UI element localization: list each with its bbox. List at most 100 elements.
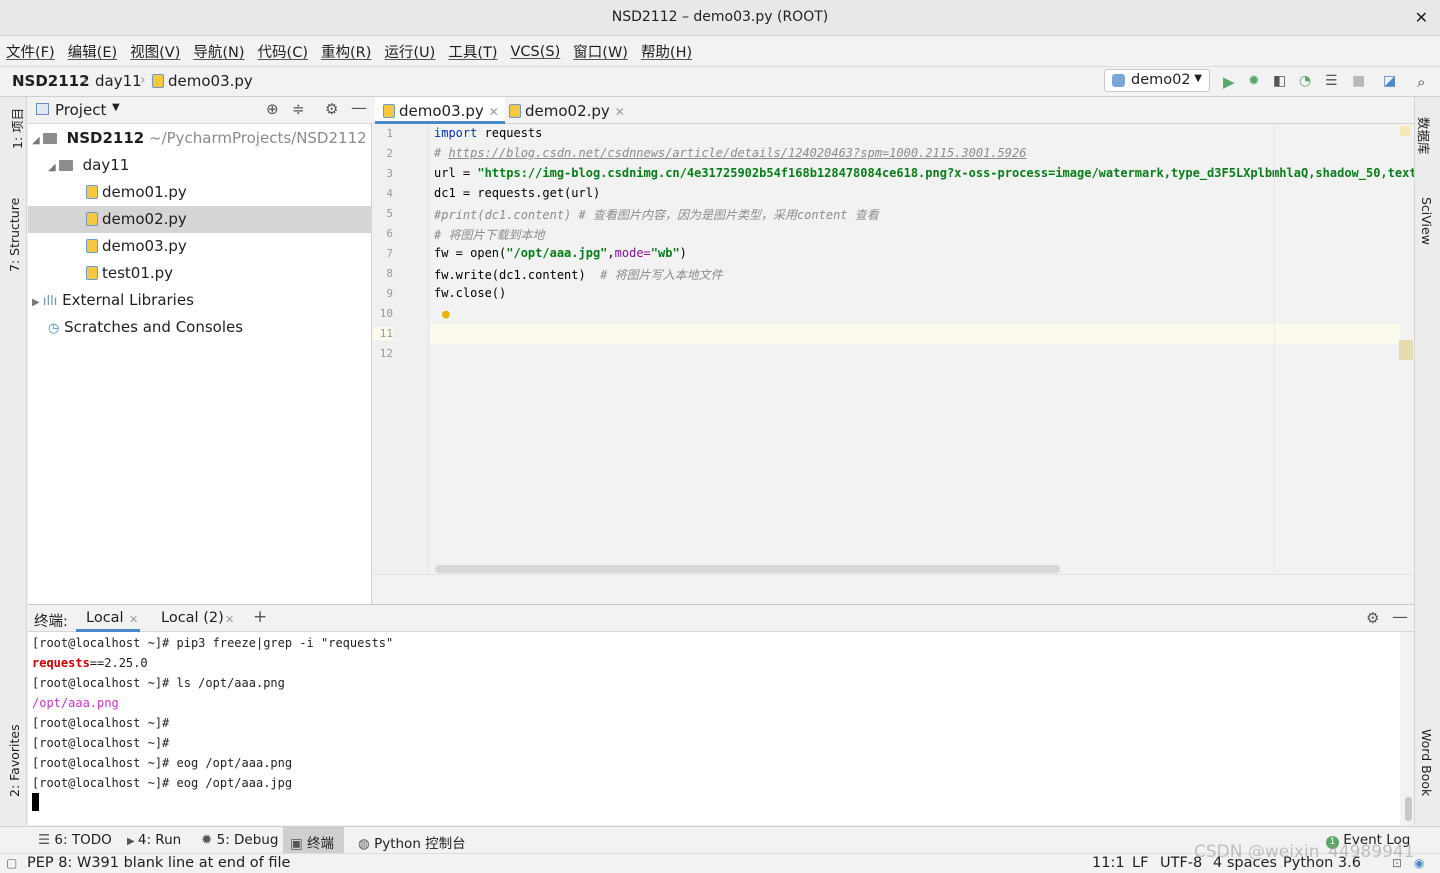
menu-edit[interactable]: 编辑(E) <box>68 41 117 62</box>
terminal-command: pip3 freeze|grep -i "requests" <box>176 636 394 650</box>
chevron-down-icon[interactable]: ▼ <box>112 102 120 113</box>
line-number: 1 <box>386 127 393 140</box>
terminal-cursor <box>32 793 39 811</box>
tree-file-demo02[interactable]: demo02.py <box>86 210 187 228</box>
bug-icon: ✹ <box>201 832 217 848</box>
stop-icon[interactable]: ■ <box>1352 73 1365 89</box>
run-configuration-label: demo02 <box>1131 72 1191 88</box>
coverage-icon[interactable]: ◧ <box>1273 73 1286 89</box>
menu-view[interactable]: 视图(V) <box>130 41 180 62</box>
horizontal-scrollbar[interactable] <box>435 565 1060 573</box>
run-configuration-select[interactable]: demo02 ▼ <box>1104 69 1210 92</box>
tree-file-demo03[interactable]: demo03.py <box>86 237 187 255</box>
lightbulb-icon[interactable]: ● <box>442 307 450 322</box>
tree-file-label: demo02.py <box>102 210 187 228</box>
menu-code[interactable]: 代码(C) <box>258 41 308 62</box>
terminal-tab-local-2[interactable]: Local (2) <box>161 610 224 626</box>
tab-structure[interactable]: 7: Structure <box>7 198 22 272</box>
code-line-2: # https://blog.csdn.net/csdnnews/article… <box>434 146 1026 160</box>
tool-python-console[interactable]: ◍ Python 控制台 <box>358 832 466 852</box>
tree-folder-day11[interactable]: ◢ day11 <box>48 156 129 174</box>
run-icon: ▶ <box>127 836 138 847</box>
line-number: 6 <box>386 227 393 240</box>
collapse-all-icon[interactable]: ≑ <box>292 100 305 118</box>
inspection-indicator-icon[interactable] <box>1400 126 1410 136</box>
terminal-icon: ▣ <box>290 836 308 852</box>
line-number: 5 <box>386 207 393 220</box>
add-terminal-icon[interactable]: + <box>253 607 267 627</box>
terminal-text: ==2.25.0 <box>89 656 148 670</box>
status-position[interactable]: 11:1 <box>1092 855 1125 871</box>
comment-link[interactable]: https://blog.csdn.net/csdnnews/article/d… <box>448 146 1026 160</box>
menu-tools[interactable]: 工具(T) <box>448 41 497 62</box>
tab-favorites[interactable]: 2: Favorites <box>7 724 22 797</box>
breadcrumb-file[interactable]: demo03.py <box>168 72 253 90</box>
tree-file-test01[interactable]: test01.py <box>86 264 173 282</box>
menu-bar: 文件(F) 编辑(E) 视图(V) 导航(N) 代码(C) 重构(R) 运行(U… <box>0 37 1440 67</box>
minimize-icon[interactable]: — <box>1392 607 1408 626</box>
python-file-icon <box>383 104 395 118</box>
debug-icon[interactable]: ✹ <box>1248 73 1260 89</box>
tree-root[interactable]: ◢ NSD2112 ~/PycharmProjects/NSD2112 <box>32 129 367 147</box>
minimize-icon[interactable]: — <box>351 98 367 117</box>
menu-file[interactable]: 文件(F) <box>6 41 55 62</box>
terminal-output[interactable]: [root@localhost ~]# pip3 freeze|grep -i … <box>28 632 1400 825</box>
python-file-icon <box>86 212 98 226</box>
menu-help[interactable]: 帮助(H) <box>641 41 692 62</box>
scratches-icon: ◷ <box>48 321 60 336</box>
search-icon[interactable]: ⌕ <box>1417 73 1425 91</box>
menu-window[interactable]: 窗口(W) <box>573 41 628 62</box>
menu-navigate[interactable]: 导航(N) <box>193 41 244 62</box>
project-panel-title[interactable]: Project <box>55 101 106 119</box>
close-icon[interactable]: ✕ <box>1415 8 1428 27</box>
tab-demo03[interactable]: demo03.py ✕ <box>375 97 505 124</box>
chevron-right-icon: › <box>82 72 88 88</box>
breadcrumb-folder[interactable]: day11 <box>95 72 142 90</box>
terminal-highlight: requests <box>32 656 90 670</box>
tab-word-book[interactable]: Word Book <box>1419 729 1434 796</box>
tool-run-label: 4: Run <box>137 832 182 848</box>
watermark: CSDN @weixin_44989941 <box>1194 842 1415 862</box>
translate-icon[interactable]: ◪ <box>1383 73 1396 89</box>
locate-icon[interactable]: ⊕ <box>266 100 279 118</box>
profile-icon[interactable]: ◔ <box>1299 73 1311 89</box>
tab-demo02[interactable]: demo02.py ✕ <box>501 97 631 124</box>
concurrency-icon[interactable]: ☰ <box>1325 73 1338 89</box>
status-toggle-icon[interactable]: ▢ <box>6 856 17 870</box>
scrollbar-thumb[interactable] <box>1405 797 1412 821</box>
tab-database[interactable]: 数据库 <box>1415 117 1434 155</box>
scroll-marker[interactable] <box>1399 340 1413 360</box>
status-line-separator[interactable]: LF <box>1132 855 1148 871</box>
tool-terminal[interactable]: ▣ 终端 <box>290 832 334 852</box>
close-tab-icon[interactable]: ✕ <box>489 105 499 119</box>
code-line-9: fw.close() <box>434 286 507 300</box>
menu-run[interactable]: 运行(U) <box>384 41 435 62</box>
close-tab-icon[interactable]: ✕ <box>615 105 625 119</box>
expand-arrow-icon: ◢ <box>48 162 59 173</box>
project-panel-header: Project ▼ ⊕ ≑ ⚙ — <box>28 97 372 124</box>
gear-icon[interactable]: ⚙ <box>1366 609 1379 627</box>
tool-debug[interactable]: ✹ 5: Debug <box>201 832 278 848</box>
tree-scratches[interactable]: ◷ Scratches and Consoles <box>48 318 243 336</box>
tree-external-libraries[interactable]: ▶ ıllı External Libraries <box>32 291 194 309</box>
close-tab-icon[interactable]: ✕ <box>129 613 138 626</box>
tree-file-demo01[interactable]: demo01.py <box>86 183 187 201</box>
menu-vcs[interactable]: VCS(S) <box>511 44 561 60</box>
keyword-argument: mode= <box>614 246 651 260</box>
run-icon[interactable]: ▶ <box>1223 73 1235 91</box>
code-editor[interactable]: import requests # https://blog.csdn.net/… <box>430 124 1414 574</box>
terminal-line: [root@localhost ~]# <box>32 716 170 730</box>
gear-icon[interactable]: ⚙ <box>325 100 338 118</box>
tab-sciview[interactable]: SciView <box>1419 197 1434 245</box>
editor-bottom-spacer <box>373 574 1414 604</box>
status-message[interactable]: PEP 8: W391 blank line at end of file <box>27 855 290 871</box>
inspection-icon[interactable]: ◉ <box>1414 856 1424 870</box>
breadcrumb-project[interactable]: NSD2112 <box>12 72 90 90</box>
left-tool-strip: 1: 项目 7: Structure 2: Favorites <box>0 97 27 825</box>
close-tab-icon[interactable]: ✕ <box>225 613 234 626</box>
tab-project[interactable]: 1: 项目 <box>7 108 26 149</box>
terminal-scrollbar[interactable] <box>1402 632 1414 825</box>
menu-refactor[interactable]: 重构(R) <box>321 41 371 62</box>
tool-run[interactable]: ▶ 4: Run <box>127 832 181 848</box>
tool-todo[interactable]: ☰ 6: TODO <box>38 832 112 848</box>
